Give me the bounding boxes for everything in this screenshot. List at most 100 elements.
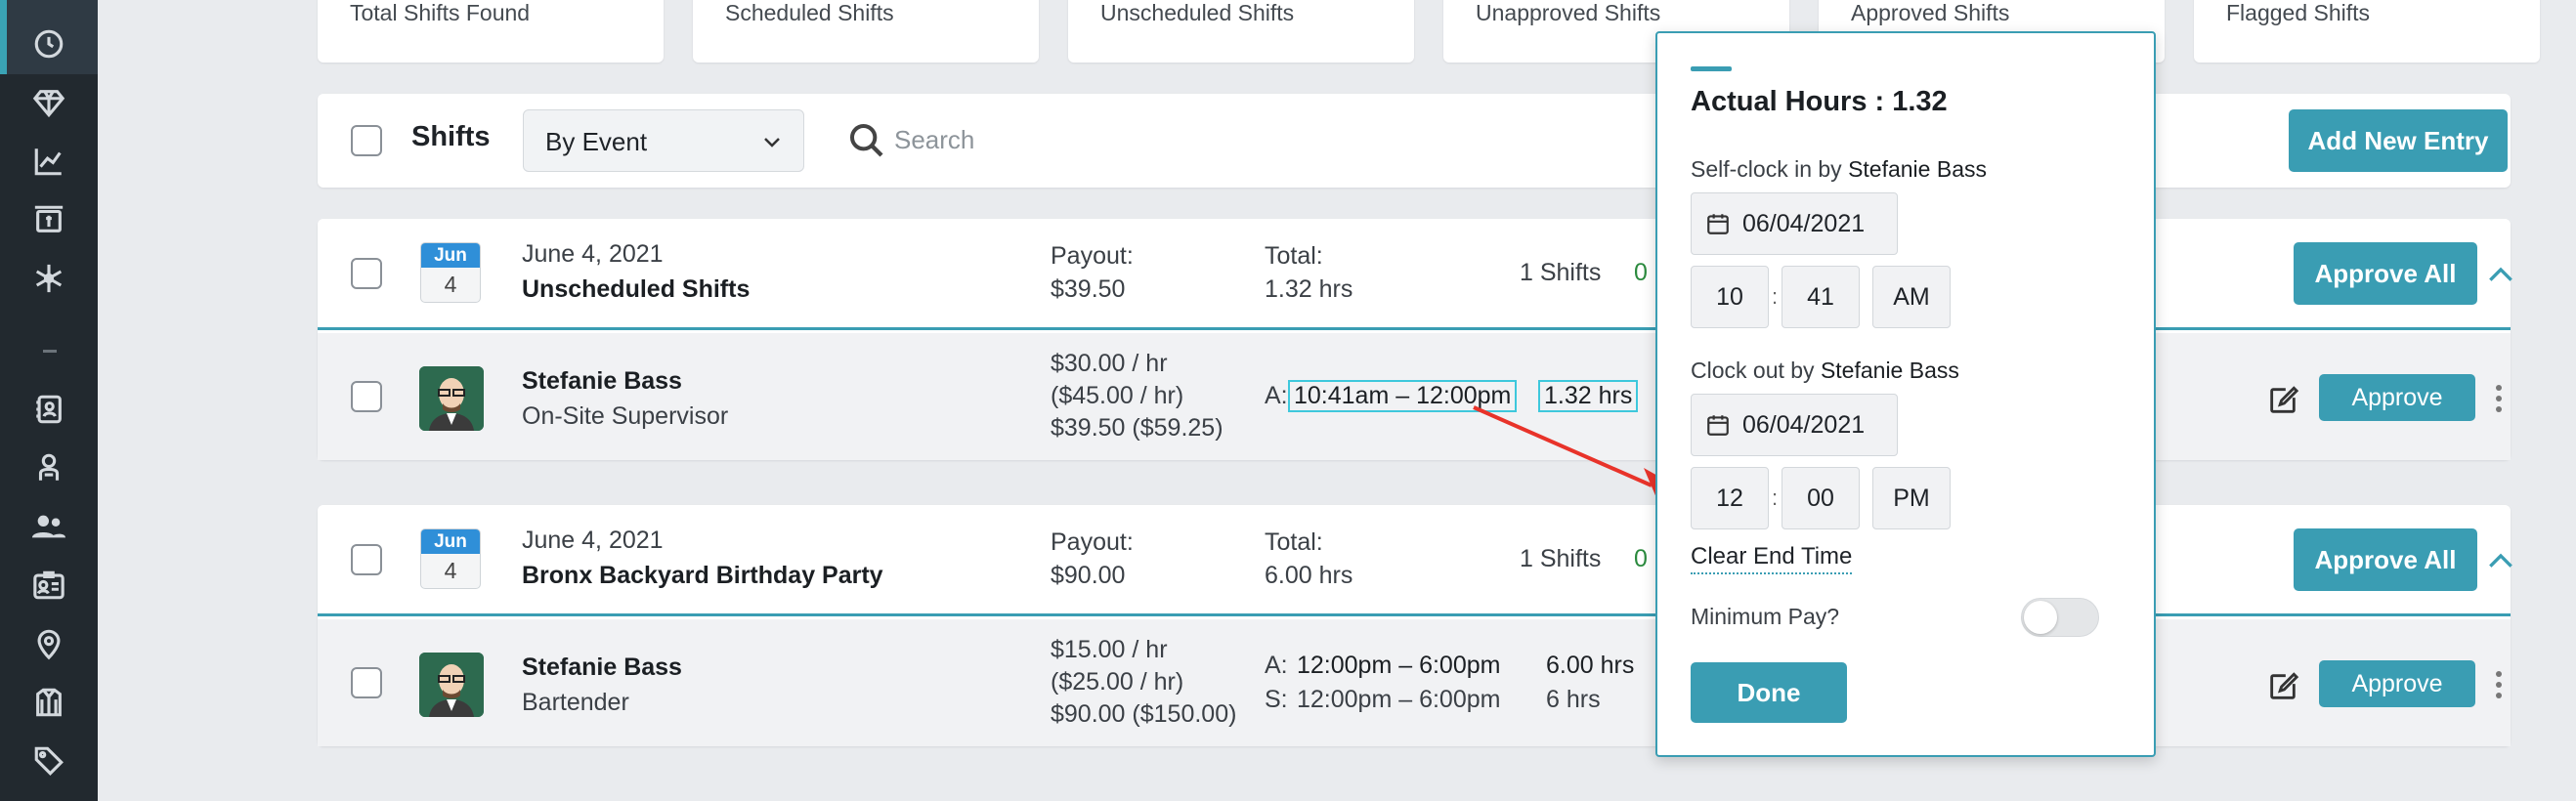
summary-card-unscheduled[interactable]: Unscheduled Shifts [1068,0,1414,63]
clock-in-hour: 10 [1716,282,1743,311]
employee-name[interactable]: Stefanie Bass [522,367,682,396]
add-new-entry-button[interactable]: Add New Entry [2289,109,2508,172]
total-label: Total: [1265,528,1323,556]
chevron-up-icon[interactable] [2485,546,2516,573]
total-value: 1.32 hrs [1265,275,1353,303]
clock-in-ampm-field[interactable]: AM [1872,266,1951,328]
location-pin-icon[interactable] [27,622,70,665]
pay-total: $39.50 ($59.25) [1051,414,1224,442]
sidebar-active-indicator [0,0,7,74]
clock-in-text: Self-clock in by [1691,156,1842,182]
payout-value: $39.50 [1051,275,1126,303]
group-date: June 4, 2021 [522,240,664,268]
group-by-value: By Event [545,127,648,156]
clock-in-ampm: AM [1893,282,1930,311]
clock-out-minute-field[interactable]: 00 [1782,467,1860,529]
search-input[interactable] [894,115,1246,164]
shift-group: Jun 4 June 4, 2021 Unscheduled Shifts Pa… [318,219,2512,460]
actual-label: A: [1265,382,1288,409]
more-options-icon[interactable] [2495,670,2503,699]
summary-card-label: Unapproved Shifts [1476,0,1661,25]
employee-role: Bartender [522,689,629,716]
group-by-select[interactable]: By Event [523,109,804,172]
group-checkbox[interactable] [351,544,382,575]
edit-icon[interactable] [2266,384,2299,417]
employee-role: On-Site Supervisor [522,402,729,430]
payout-label: Payout: [1051,528,1134,556]
staff-icon[interactable] [27,446,70,489]
row-checkbox[interactable] [351,667,382,698]
snowflake-icon[interactable] [27,257,70,300]
chart-line-icon[interactable] [27,140,70,183]
row-checkbox[interactable] [351,381,382,412]
clock-in-minute-field[interactable]: 41 [1782,266,1860,328]
summary-card-total[interactable]: Total Shifts Found [318,0,664,63]
group-checkbox[interactable] [351,258,382,289]
scheduled-hours: 6 hrs [1546,686,1601,713]
pay-rate: $15.00 / hr [1051,636,1168,663]
shift-row: Stefanie Bass On-Site Supervisor $30.00 … [318,333,2511,460]
summary-card-scheduled[interactable]: Scheduled Shifts [693,0,1039,63]
approve-button[interactable]: Approve [2319,660,2475,707]
time-separator: : [1772,284,1779,309]
approve-button[interactable]: Approve [2319,374,2475,421]
total-label: Total: [1265,242,1323,270]
group-name: Bronx Backyard Birthday Party [522,562,883,589]
clock-out-label: Clock out by Stefanie Bass [1691,358,1959,384]
bill-rate: ($45.00 / hr) [1051,382,1184,409]
invoice-icon[interactable] [27,198,70,241]
clock-out-date: 06/04/2021 [1742,410,1866,439]
pay-rate: $30.00 / hr [1051,350,1168,377]
contacts-icon[interactable] [27,388,70,431]
actual-time-range[interactable]: 10:41am – 12:00pm [1288,380,1518,412]
shift-group: Jun 4 June 4, 2021 Bronx Backyard Birthd… [318,505,2512,746]
uniform-icon[interactable] [27,681,70,724]
clock-out-hour-field[interactable]: 12 [1691,467,1769,529]
done-button[interactable]: Done [1691,662,1847,723]
clock-out-hour: 12 [1716,484,1743,512]
sidebar-nav [0,0,98,801]
clock-out-minute: 00 [1807,484,1834,512]
people-icon[interactable] [27,505,70,548]
summary-card-label: Total Shifts Found [350,0,531,25]
clock-in-label: Self-clock in by Stefanie Bass [1691,156,1987,183]
scheduled-label: S: [1265,686,1288,713]
id-card-icon[interactable] [27,564,70,607]
diamond-icon[interactable] [27,81,70,124]
approve-all-button[interactable]: Approve All [2294,528,2477,591]
payout-value: $90.00 [1051,562,1126,589]
actual-time-range[interactable]: 12:00pm – 6:00pm [1297,652,1500,680]
clock-out-text: Clock out by [1691,358,1815,383]
clock-out-ampm-field[interactable]: PM [1872,467,1951,529]
clock-in-hour-field[interactable]: 10 [1691,266,1769,328]
group-header: Jun 4 June 4, 2021 Unscheduled Shifts Pa… [318,219,2512,330]
minimum-pay-toggle[interactable] [2021,598,2099,637]
chevron-up-icon[interactable] [2485,260,2516,287]
approve-all-button[interactable]: Approve All [2294,242,2477,305]
date-badge-month: Jun [421,243,480,268]
edit-icon[interactable] [2266,670,2299,703]
clock-in-date-field[interactable]: 06/04/2021 [1691,192,1898,255]
actual-hours: 6.00 hrs [1546,652,1635,679]
actual-hours[interactable]: 1.32 hrs [1538,380,1639,412]
clock-out-date-field[interactable]: 06/04/2021 [1691,394,1898,456]
avatar [419,653,484,717]
clear-end-time-link[interactable]: Clear End Time [1691,543,1853,574]
select-all-checkbox[interactable] [351,125,382,156]
summary-card-label: Approved Shifts [1851,0,2010,25]
bill-rate: ($25.00 / hr) [1051,668,1184,696]
summary-card-label: Flagged Shifts [2226,0,2371,25]
clock-icon[interactable] [27,22,70,65]
popover-title: Actual Hours : 1.32 [1691,86,1948,117]
total-value: 6.00 hrs [1265,562,1353,589]
summary-card-label: Unscheduled Shifts [1100,0,1295,25]
more-options-icon[interactable] [2495,384,2503,413]
employee-name[interactable]: Stefanie Bass [522,653,682,682]
minimum-pay-label: Minimum Pay? [1691,604,1840,629]
summary-card-flagged[interactable]: Flagged Shifts [2194,0,2540,63]
pay-total: $90.00 ($150.00) [1051,700,1237,728]
tag-icon[interactable] [27,739,70,782]
clock-out-person: Stefanie Bass [1820,358,1959,383]
date-badge-day: 4 [444,558,457,583]
toggle-knob [2024,601,2057,634]
